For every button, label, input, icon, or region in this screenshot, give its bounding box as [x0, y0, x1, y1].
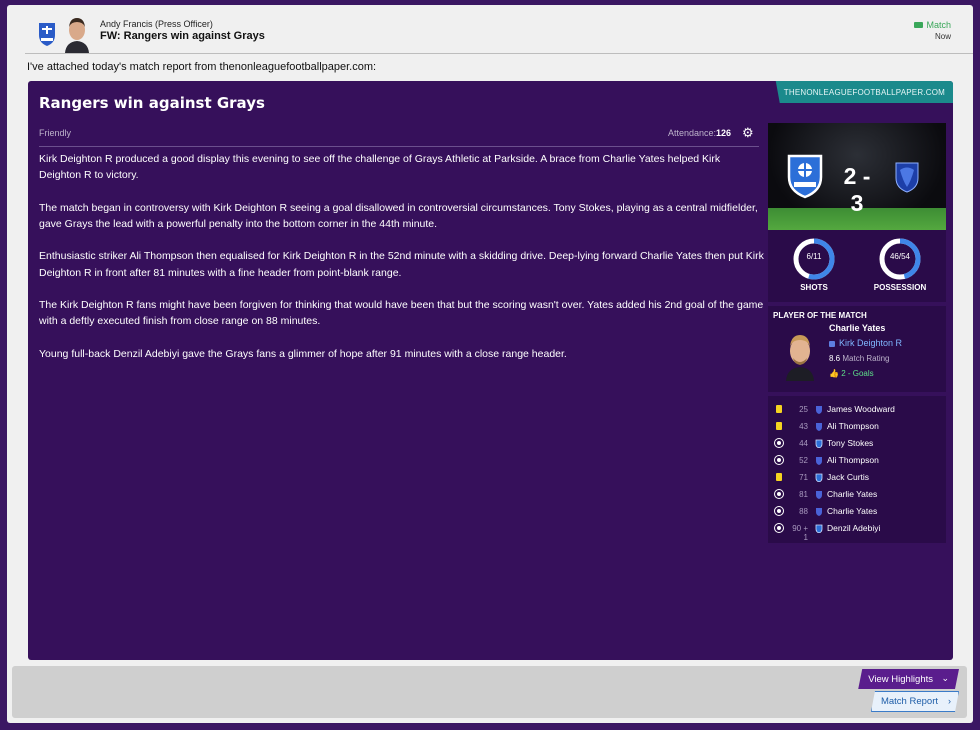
goal-ball-icon — [775, 439, 783, 447]
away-team-badge-icon — [815, 473, 823, 482]
event-player-name[interactable]: Ali Thompson — [827, 455, 879, 465]
attendance-value: 126 — [716, 128, 732, 138]
report-headline: Rangers win against Grays — [39, 94, 265, 112]
potm-rating-value: 8.6 — [829, 354, 841, 363]
event-player-name[interactable]: Charlie Yates — [827, 489, 877, 499]
event-minute: 25 — [799, 405, 808, 414]
club-badge-icon — [829, 340, 835, 347]
score-card: 2 - 3 — [768, 123, 946, 230]
yellow-card-icon — [776, 405, 782, 413]
event-minute: 43 — [799, 422, 808, 431]
away-team-crest-icon — [895, 162, 919, 193]
event-minute: 71 — [799, 473, 808, 482]
match-event-row: 81 Charlie Yates — [768, 486, 946, 503]
event-minute: 81 — [799, 490, 808, 499]
sender-name: Andy Francis (Press Officer) — [100, 19, 213, 29]
header-divider — [25, 53, 973, 54]
match-report-button[interactable]: Match Report › — [871, 691, 959, 712]
potm-player-photo — [786, 335, 814, 381]
message-intro: I've attached today's match report from … — [27, 61, 377, 73]
potm-rating-label: Match Rating — [842, 354, 890, 363]
event-minute: 88 — [799, 507, 808, 516]
away-team-badge-icon — [815, 439, 823, 448]
match-stats: 6/11 SHOTS 46/54 POSSESSION — [768, 230, 946, 302]
message-footer: View Highlights ⌄ Match Report › — [12, 666, 967, 718]
goal-ball-icon — [775, 507, 783, 515]
sender-avatar — [62, 15, 92, 53]
match-event-row: 44 Tony Stokes — [768, 435, 946, 452]
goal-ball-icon — [775, 490, 783, 498]
report-body: Kirk Deighton R produced a good display … — [39, 151, 764, 378]
potm-name[interactable]: Charlie Yates — [829, 323, 885, 333]
home-team-crest-icon — [787, 154, 823, 199]
home-team-badge-icon — [816, 423, 822, 431]
chevron-right-icon: › — [948, 696, 951, 706]
possession-value: 46/54 — [889, 252, 911, 261]
event-minute: 52 — [799, 456, 808, 465]
report-paragraph: Kirk Deighton R produced a good display … — [39, 153, 721, 182]
report-divider — [39, 146, 759, 147]
message-tag[interactable]: Match — [914, 20, 951, 30]
chevron-down-icon: ⌄ — [941, 673, 949, 683]
message-time: Now — [934, 32, 951, 41]
home-team-badge-icon — [816, 508, 822, 516]
potm-club[interactable]: Kirk Deighton R — [829, 338, 902, 348]
player-of-the-match[interactable]: PLAYER OF THE MATCH Charlie Yates Kirk D… — [768, 306, 946, 392]
potm-goals-value: 2 - Goals — [841, 369, 874, 378]
potm-title: PLAYER OF THE MATCH — [773, 311, 867, 320]
away-team-badge-icon — [815, 524, 823, 533]
event-player-name[interactable]: Denzil Adebiyi — [827, 523, 880, 533]
message-header: Andy Francis (Press Officer) FW: Rangers… — [7, 5, 973, 53]
match-event-row: 88 Charlie Yates — [768, 503, 946, 520]
report-paragraph: Enthusiastic striker Ali Thompson then e… — [39, 250, 764, 279]
possession-stat: 46/54 POSSESSION — [860, 237, 940, 292]
club-crest-icon — [39, 23, 55, 46]
attendance-label: Attendance: — [668, 128, 717, 138]
home-team-badge-icon — [816, 457, 822, 465]
shots-stat: 6/11 SHOTS — [774, 237, 854, 292]
event-minute: 90 + 1 — [792, 524, 808, 542]
view-highlights-button[interactable]: View Highlights ⌄ — [858, 669, 959, 689]
report-paragraph: The match began in controversy with Kirk… — [39, 201, 758, 230]
match-event-row: 43 Ali Thompson — [768, 418, 946, 435]
stadium-icon: ⚙ — [742, 125, 754, 140]
report-paragraph: The Kirk Deighton R fans might have been… — [39, 299, 764, 328]
goal-ball-icon — [775, 456, 783, 464]
event-player-name[interactable]: Tony Stokes — [827, 438, 873, 448]
message-tag-label: Match — [926, 20, 951, 30]
message-subject: FW: Rangers win against Grays — [100, 30, 265, 42]
potm-rating: 8.6 Match Rating — [829, 354, 890, 363]
yellow-card-icon — [776, 473, 782, 481]
report-paragraph: Young full-back Denzil Adebiyi gave the … — [39, 347, 567, 360]
match-report-card: THENONLEAGUEFOOTBALLPAPER.COM Rangers wi… — [28, 81, 953, 660]
possession-label: POSSESSION — [873, 283, 927, 292]
match-report-label: Match Report — [880, 696, 938, 707]
match-event-row: 71 Jack Curtis — [768, 469, 946, 486]
home-team-badge-icon — [816, 491, 822, 499]
match-score: 2 - 3 — [843, 163, 871, 216]
event-player-name[interactable]: Charlie Yates — [827, 506, 877, 516]
potm-club-name: Kirk Deighton R — [839, 338, 903, 348]
event-player-name[interactable]: James Woodward — [827, 404, 895, 414]
tag-icon — [914, 22, 924, 28]
match-event-row: 25 James Woodward — [768, 401, 946, 418]
match-events-list: 25 James Woodward 43 Ali Thompson 44 Tony Sto… — [768, 396, 946, 543]
home-team-badge-icon — [816, 406, 822, 414]
match-event-row: 90 + 1 Denzil Adebiyi — [768, 520, 946, 542]
view-highlights-label: View Highlights — [868, 673, 933, 685]
yellow-card-icon — [776, 422, 782, 430]
goal-ball-icon — [775, 524, 783, 532]
competition-label: Friendly — [39, 128, 72, 138]
shots-value: 6/11 — [806, 252, 822, 261]
event-minute: 44 — [799, 439, 808, 448]
event-player-name[interactable]: Ali Thompson — [827, 421, 879, 431]
match-event-row: 52 Ali Thompson — [768, 452, 946, 469]
potm-goals: 👍 2 - Goals — [829, 369, 874, 378]
message-window: Andy Francis (Press Officer) FW: Rangers… — [7, 5, 973, 723]
publication-banner: THENONLEAGUEFOOTBALLPAPER.COM — [775, 81, 953, 103]
shots-label: SHOTS — [800, 283, 828, 292]
attendance: Attendance:126 — [668, 128, 731, 138]
event-player-name[interactable]: Jack Curtis — [827, 472, 869, 482]
